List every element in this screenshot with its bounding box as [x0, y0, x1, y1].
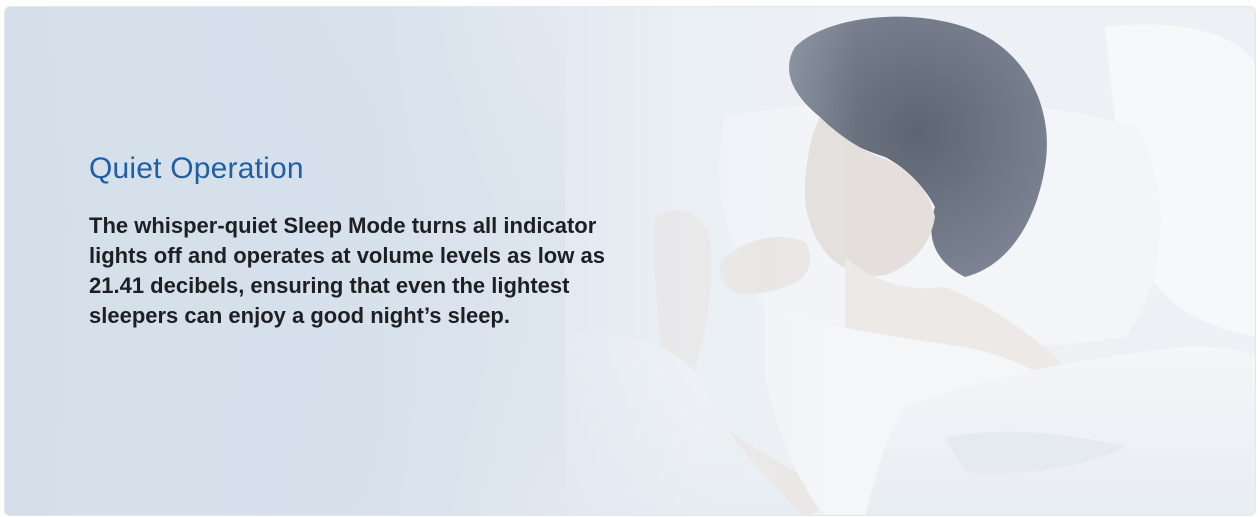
feature-description: The whisper-quiet Sleep Mode turns all i… [89, 213, 605, 328]
feature-banner: Quiet Operation The whisper-quiet Sleep … [4, 6, 1256, 516]
feature-title: Quiet Operation [89, 152, 304, 185]
